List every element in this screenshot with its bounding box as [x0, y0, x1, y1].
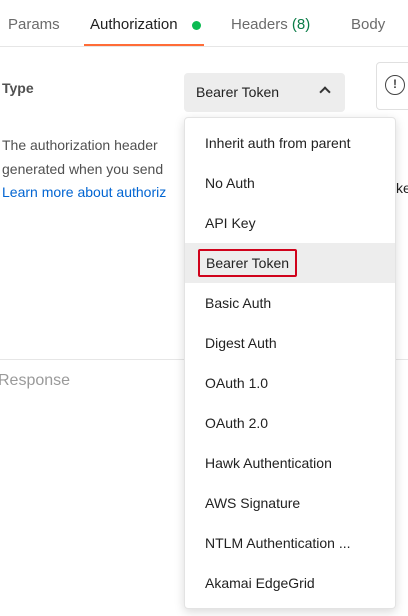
auth-option-no-auth[interactable]: No Auth	[185, 163, 395, 203]
tab-params-label: Params	[8, 16, 60, 33]
auth-option-aws-signature[interactable]: AWS Signature	[185, 483, 395, 523]
auth-option-bearer-token[interactable]: Bearer Token	[185, 243, 395, 283]
auth-option-akamai[interactable]: Akamai EdgeGrid	[185, 563, 395, 603]
auth-option-oauth1[interactable]: OAuth 1.0	[185, 363, 395, 403]
auth-option-hawk[interactable]: Hawk Authentication	[185, 443, 395, 483]
auth-type-selected-value: Bearer Token	[196, 84, 280, 100]
auth-description-line2: generated when you send	[2, 161, 164, 177]
option-label: Inherit auth from parent	[205, 135, 351, 151]
tab-body-label: Body	[351, 16, 386, 33]
info-panel-partial-text: ke	[396, 180, 408, 196]
tab-headers[interactable]: Headers (8)	[231, 16, 310, 33]
option-label: NTLM Authentication ...	[205, 535, 351, 551]
info-panel: !	[376, 62, 408, 110]
tab-authorization-label: Authorization	[90, 16, 178, 33]
auth-type-dropdown-menu: Inherit auth from parent No Auth API Key…	[184, 117, 396, 609]
option-label: OAuth 2.0	[205, 415, 269, 431]
learn-more-link[interactable]: Learn more about authoriz	[2, 184, 166, 200]
option-label: Akamai EdgeGrid	[205, 575, 315, 591]
tab-body[interactable]: Body	[351, 16, 385, 33]
active-tab-indicator	[84, 44, 204, 46]
tab-params[interactable]: Params	[8, 16, 60, 33]
request-tab-bar: Params Authorization Headers (8) Body	[0, 0, 408, 47]
status-dot-icon	[192, 21, 201, 30]
auth-option-basic-auth[interactable]: Basic Auth	[185, 283, 395, 323]
option-label: AWS Signature	[205, 495, 301, 511]
info-icon: !	[385, 75, 405, 95]
option-label: Bearer Token	[198, 249, 298, 277]
auth-option-api-key[interactable]: API Key	[185, 203, 395, 243]
option-label: OAuth 1.0	[205, 375, 269, 391]
option-label: Digest Auth	[205, 335, 277, 351]
response-section-label: Response	[0, 372, 71, 389]
auth-option-oauth2[interactable]: OAuth 2.0	[185, 403, 395, 443]
tab-headers-label: Headers	[231, 16, 292, 33]
auth-option-inherit[interactable]: Inherit auth from parent	[185, 123, 395, 163]
option-label: Hawk Authentication	[205, 455, 332, 471]
option-label: API Key	[205, 215, 256, 231]
tab-headers-count: (8)	[291, 16, 311, 33]
auth-option-ntlm[interactable]: NTLM Authentication ...	[185, 523, 395, 563]
chevron-up-icon	[319, 86, 331, 98]
option-label: No Auth	[205, 175, 255, 191]
option-label: Basic Auth	[205, 295, 272, 311]
auth-type-select[interactable]: Bearer Token	[184, 73, 345, 112]
auth-type-label: Type	[2, 80, 34, 96]
auth-option-digest-auth[interactable]: Digest Auth	[185, 323, 395, 363]
tab-authorization[interactable]: Authorization	[90, 16, 178, 33]
auth-description-line1: The authorization header	[2, 137, 158, 153]
authorization-panel: Params Authorization Headers (8) Body Ty…	[0, 0, 408, 616]
